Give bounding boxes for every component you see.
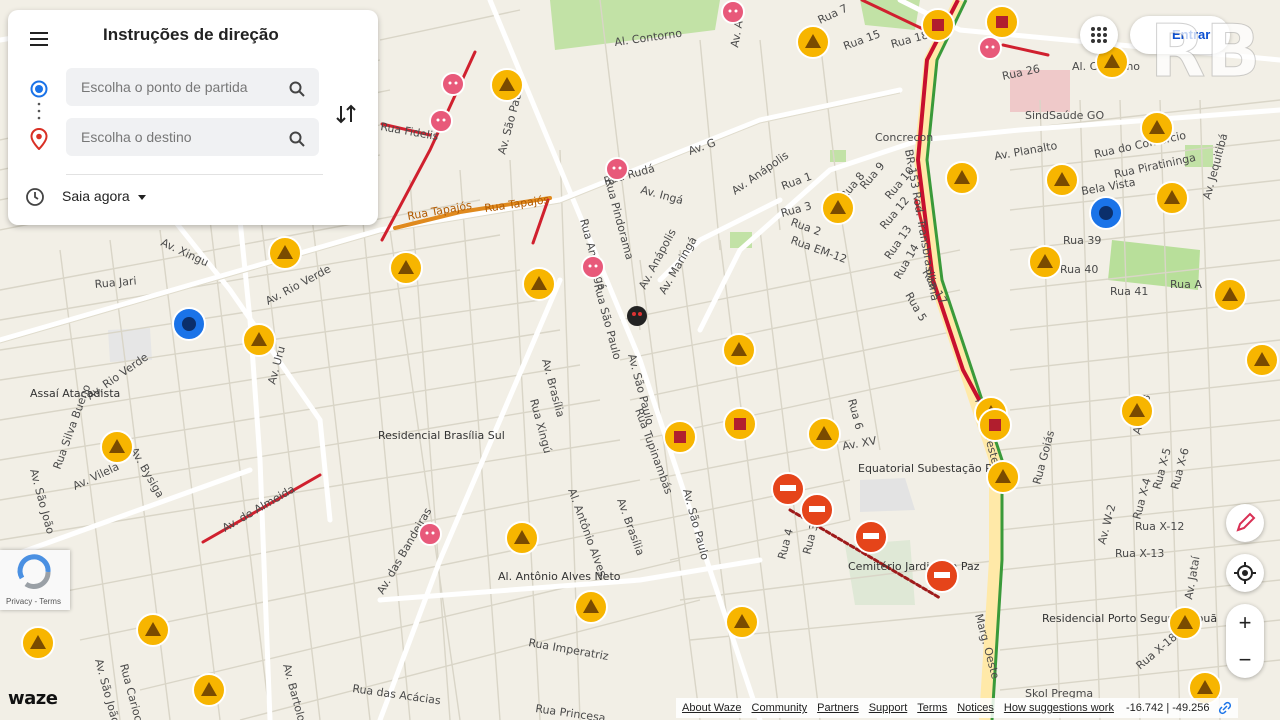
footer-link-community[interactable]: Community <box>752 702 808 714</box>
jam-icon[interactable] <box>978 36 1002 60</box>
chevron-down-icon <box>137 194 146 200</box>
depart-label: Saia agora <box>62 188 130 204</box>
origin-input[interactable] <box>66 68 319 106</box>
wazer-icon[interactable] <box>627 306 647 326</box>
panel-title: Instruções de direção <box>103 25 279 44</box>
police-icon[interactable] <box>1089 196 1123 230</box>
footer-link-about[interactable]: About Waze <box>682 702 742 714</box>
footer-link-notices[interactable]: Notices <box>957 702 994 714</box>
hazard-icon[interactable] <box>1155 181 1189 215</box>
menu-icon[interactable] <box>28 28 52 52</box>
footer-link-partners[interactable]: Partners <box>817 702 859 714</box>
edit-icon <box>1236 512 1256 532</box>
closure-icon[interactable] <box>854 520 888 554</box>
hazard-icon[interactable] <box>522 267 556 301</box>
hazard-icon[interactable] <box>986 460 1020 494</box>
jam-icon[interactable] <box>429 109 453 133</box>
destination-pin-icon <box>30 128 48 150</box>
hazard-icon[interactable] <box>1213 278 1247 312</box>
hazard-icon[interactable] <box>242 323 276 357</box>
map-label: Rua 40 <box>1060 263 1098 276</box>
map-label: Rua 41 <box>1110 285 1148 298</box>
map-label: Equatorial Subestação Real <box>858 462 1009 475</box>
jam-icon[interactable] <box>605 157 629 181</box>
jam-icon[interactable] <box>418 522 442 546</box>
crash-icon[interactable] <box>985 5 1019 39</box>
jam-icon[interactable] <box>581 255 605 279</box>
destination-input[interactable] <box>66 118 319 156</box>
hazard-icon[interactable] <box>1168 606 1202 640</box>
locate-button[interactable] <box>1226 554 1264 592</box>
hazard-icon[interactable] <box>1245 343 1279 377</box>
hazard-icon[interactable] <box>945 161 979 195</box>
map-label: SindSaúde GO <box>1025 109 1104 122</box>
map-label: Al. Antônio Alves Neto <box>498 570 621 583</box>
waze-logo: waze <box>8 688 58 709</box>
hazard-icon[interactable] <box>821 191 855 225</box>
hazard-icon[interactable] <box>21 626 55 660</box>
map-label: Rua X-12 <box>1135 520 1184 533</box>
panel-divider <box>66 174 323 175</box>
search-icon[interactable] <box>288 130 306 148</box>
coordinates-readout: -16.742 | -49.256 <box>1125 702 1210 714</box>
hazard-icon[interactable] <box>136 613 170 647</box>
hazard-icon[interactable] <box>725 605 759 639</box>
hazard-icon[interactable] <box>574 590 608 624</box>
map-label: Rua X-13 <box>1115 547 1164 560</box>
search-icon[interactable] <box>288 80 306 98</box>
hazard-icon[interactable] <box>1045 163 1079 197</box>
watermark-text: RB <box>1150 9 1260 93</box>
footer-link-terms[interactable]: Terms <box>917 702 947 714</box>
recaptcha-text[interactable]: Privacy - Terms <box>6 597 61 606</box>
crash-icon[interactable] <box>921 8 955 42</box>
hazard-icon[interactable] <box>1028 245 1062 279</box>
swap-icon[interactable] <box>333 101 359 127</box>
crash-icon[interactable] <box>663 420 697 454</box>
zoom-in-icon[interactable]: + <box>1226 604 1264 641</box>
footer-bar: About Waze Community Partners Support Te… <box>676 698 1238 718</box>
locate-icon <box>1234 562 1256 584</box>
park-area <box>830 150 846 162</box>
hazard-icon[interactable] <box>490 68 524 102</box>
map-label: Cemitério Jardim da Paz <box>848 560 980 573</box>
map-label: Concrecon <box>875 131 933 144</box>
crash-icon[interactable] <box>978 408 1012 442</box>
hazard-icon[interactable] <box>192 673 226 707</box>
depart-time-select[interactable]: Saia agora <box>62 188 146 204</box>
hazard-icon[interactable] <box>268 236 302 270</box>
footer-link-support[interactable]: Support <box>869 702 908 714</box>
hazard-icon[interactable] <box>100 430 134 464</box>
map-label: Rua A <box>1170 278 1202 291</box>
apps-button[interactable] <box>1080 16 1118 54</box>
recaptcha-icon <box>17 554 51 589</box>
hazard-icon[interactable] <box>389 251 423 285</box>
hazard-icon[interactable] <box>796 25 830 59</box>
police-icon[interactable] <box>172 307 206 341</box>
route-dots-icon <box>37 102 41 120</box>
link-icon[interactable] <box>1218 701 1232 715</box>
directions-panel: Instruções de direção Saia agora <box>8 10 378 225</box>
zoom-out-icon[interactable]: − <box>1226 641 1264 678</box>
apps-grid-icon <box>1091 27 1107 43</box>
recaptcha-badge[interactable]: Privacy - Terms <box>0 550 70 610</box>
map-label: Residencial Brasília Sul <box>378 429 505 442</box>
hazard-icon[interactable] <box>1140 111 1174 145</box>
origin-icon <box>30 80 48 98</box>
footer-link-suggestions[interactable]: How suggestions work <box>1004 702 1114 714</box>
report-button[interactable] <box>1226 504 1264 542</box>
zoom-control: + − <box>1226 604 1264 678</box>
hazard-icon[interactable] <box>807 417 841 451</box>
watermark-logo: RB <box>1150 9 1261 94</box>
hazard-icon[interactable] <box>722 333 756 367</box>
hazard-icon[interactable] <box>1120 394 1154 428</box>
crash-icon[interactable] <box>723 407 757 441</box>
jam-icon[interactable] <box>441 72 465 96</box>
jam-icon[interactable] <box>721 0 745 24</box>
clock-icon <box>26 188 44 206</box>
closure-icon[interactable] <box>800 493 834 527</box>
hazard-icon[interactable] <box>505 521 539 555</box>
closure-icon[interactable] <box>771 472 805 506</box>
closure-icon[interactable] <box>925 559 959 593</box>
map-label: Rua 39 <box>1063 234 1101 247</box>
